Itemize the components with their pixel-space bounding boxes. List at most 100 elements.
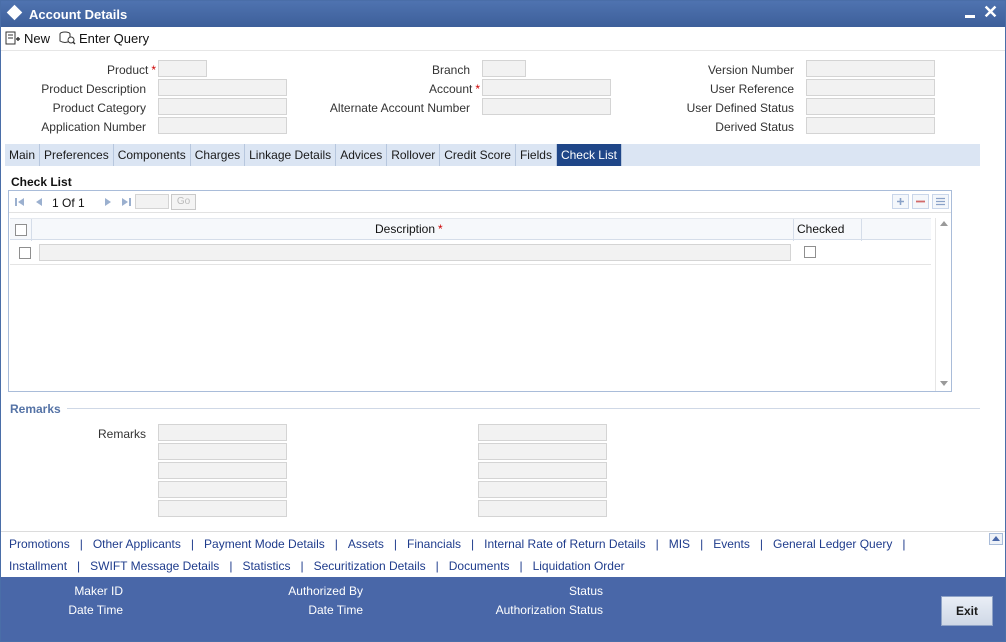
grid-pager: 1 Of 1 Go — [9, 191, 951, 213]
link-financials[interactable]: Financials — [407, 537, 461, 551]
audit-footer: Maker ID Date Time Authorized By Date Ti… — [1, 577, 1005, 641]
application-number-field[interactable] — [158, 117, 287, 134]
remarks-field-9[interactable] — [478, 481, 607, 498]
remarks-field-4[interactable] — [158, 481, 287, 498]
remarks-field-3[interactable] — [158, 462, 287, 479]
account-field[interactable] — [482, 79, 611, 96]
add-row-button[interactable] — [892, 194, 909, 209]
tab-fields[interactable]: Fields — [516, 144, 557, 166]
user-defined-status-field[interactable] — [806, 98, 935, 115]
product-field[interactable] — [158, 60, 207, 77]
enter-query-icon — [59, 31, 76, 45]
version-number-field[interactable] — [806, 60, 935, 77]
link-statistics[interactable]: Statistics — [242, 559, 290, 573]
page-indicator: 1 Of 1 — [52, 196, 85, 210]
link-assets[interactable]: Assets — [348, 537, 384, 551]
previous-page-icon[interactable] — [33, 196, 45, 208]
page-number-input[interactable] — [135, 194, 169, 209]
tab-advices[interactable]: Advices — [336, 144, 388, 166]
table-row — [10, 241, 931, 265]
checked-checkbox[interactable] — [804, 246, 816, 258]
link-documents[interactable]: Documents — [449, 559, 510, 573]
remarks-field-8[interactable] — [478, 462, 607, 479]
link-separator: | — [229, 559, 233, 573]
checklist-grid: 1 Of 1 Go Description * Checked — [8, 190, 952, 392]
enter-query-button[interactable]: Enter Query — [59, 29, 149, 47]
link-liquidation-order[interactable]: Liquidation Order — [533, 559, 625, 573]
link-payment-mode-details[interactable]: Payment Mode Details — [204, 537, 325, 551]
tab-linkage-details[interactable]: Linkage Details — [245, 144, 337, 166]
link-other-applicants[interactable]: Other Applicants — [93, 537, 181, 551]
tab-strip: Main Preferences Components Charges Link… — [5, 144, 980, 166]
app-diamond-icon — [6, 4, 23, 21]
scroll-down-icon[interactable] — [940, 381, 948, 387]
next-page-icon[interactable] — [102, 196, 114, 208]
user-reference-field[interactable] — [806, 79, 935, 96]
tab-components[interactable]: Components — [114, 144, 191, 166]
version-number-label: Version Number — [707, 63, 794, 77]
link-promotions[interactable]: Promotions — [9, 537, 70, 551]
link-securitization-details[interactable]: Securitization Details — [314, 559, 426, 573]
grid-vertical-scrollbar[interactable] — [935, 218, 951, 391]
tab-credit-score[interactable]: Credit Score — [440, 144, 516, 166]
exit-button[interactable]: Exit — [941, 596, 993, 626]
subsystem-links: Promotions | Other Applicants | Payment Mode… — [1, 531, 1005, 577]
product-category-field[interactable] — [158, 98, 287, 115]
product-description-field[interactable] — [158, 79, 287, 96]
link-swift-message-details[interactable]: SWIFT Message Details — [90, 559, 219, 573]
first-page-icon[interactable] — [14, 196, 26, 208]
link-separator: | — [902, 537, 906, 551]
link-internal-rate-of-return-details[interactable]: Internal Rate of Return Details — [484, 537, 645, 551]
maker-id-label: Maker ID — [74, 584, 123, 598]
links-row-2: Installment | SWIFT Message Details | Statis… — [9, 559, 625, 573]
toolbar: New Enter Query — [1, 27, 1005, 51]
tab-main[interactable]: Main — [5, 144, 41, 166]
remarks-field-7[interactable] — [478, 443, 607, 460]
tab-charges[interactable]: Charges — [191, 144, 246, 166]
product-label: Product * — [61, 63, 156, 77]
last-page-icon[interactable] — [120, 196, 132, 208]
link-events[interactable]: Events — [713, 537, 750, 551]
row-select-checkbox[interactable] — [19, 247, 31, 259]
new-button-label: New — [24, 30, 51, 46]
remarks-field-6[interactable] — [478, 424, 607, 441]
enter-query-button-label: Enter Query — [79, 30, 150, 46]
remarks-field-5[interactable] — [158, 500, 287, 517]
alternate-account-number-field[interactable] — [482, 98, 611, 115]
delete-row-button[interactable] — [912, 194, 929, 209]
alternate-account-number-label: Alternate Account Number — [329, 101, 470, 115]
minimize-icon[interactable] — [963, 5, 977, 21]
remarks-field-10[interactable] — [478, 500, 607, 517]
application-number-label: Application Number — [41, 120, 146, 134]
remarks-field-1[interactable] — [158, 424, 287, 441]
new-button[interactable]: New — [5, 29, 50, 47]
tab-preferences[interactable]: Preferences — [40, 144, 114, 166]
link-mis[interactable]: MIS — [669, 537, 690, 551]
scroll-up-icon[interactable] — [940, 220, 948, 226]
remarks-field-2[interactable] — [158, 443, 287, 460]
description-input[interactable] — [39, 244, 791, 261]
user-reference-label: User Reference — [709, 82, 794, 96]
title-bar: Account Details ✕ — [1, 1, 1005, 27]
checked-column-header: Checked — [797, 222, 845, 236]
link-separator: | — [334, 537, 338, 551]
link-separator: | — [655, 537, 659, 551]
link-separator: | — [759, 537, 763, 551]
link-separator: | — [700, 537, 704, 551]
account-label-text: Account — [428, 82, 473, 96]
link-installment[interactable]: Installment — [9, 559, 67, 573]
link-general-ledger-query[interactable]: General Ledger Query — [773, 537, 892, 551]
derived-status-field[interactable] — [806, 117, 935, 134]
single-view-button[interactable] — [932, 194, 949, 209]
link-separator: | — [471, 537, 475, 551]
tab-check-list[interactable]: Check List — [556, 144, 622, 166]
remarks-section-title: Remarks — [10, 402, 61, 416]
new-icon — [5, 31, 20, 45]
branch-field[interactable] — [482, 60, 526, 77]
tab-rollover[interactable]: Rollover — [387, 144, 441, 166]
link-separator: | — [519, 559, 523, 573]
links-scroll-up-icon[interactable] — [989, 533, 1003, 545]
go-button[interactable]: Go — [171, 194, 196, 210]
close-icon[interactable]: ✕ — [983, 2, 998, 22]
select-all-checkbox[interactable] — [15, 224, 27, 236]
